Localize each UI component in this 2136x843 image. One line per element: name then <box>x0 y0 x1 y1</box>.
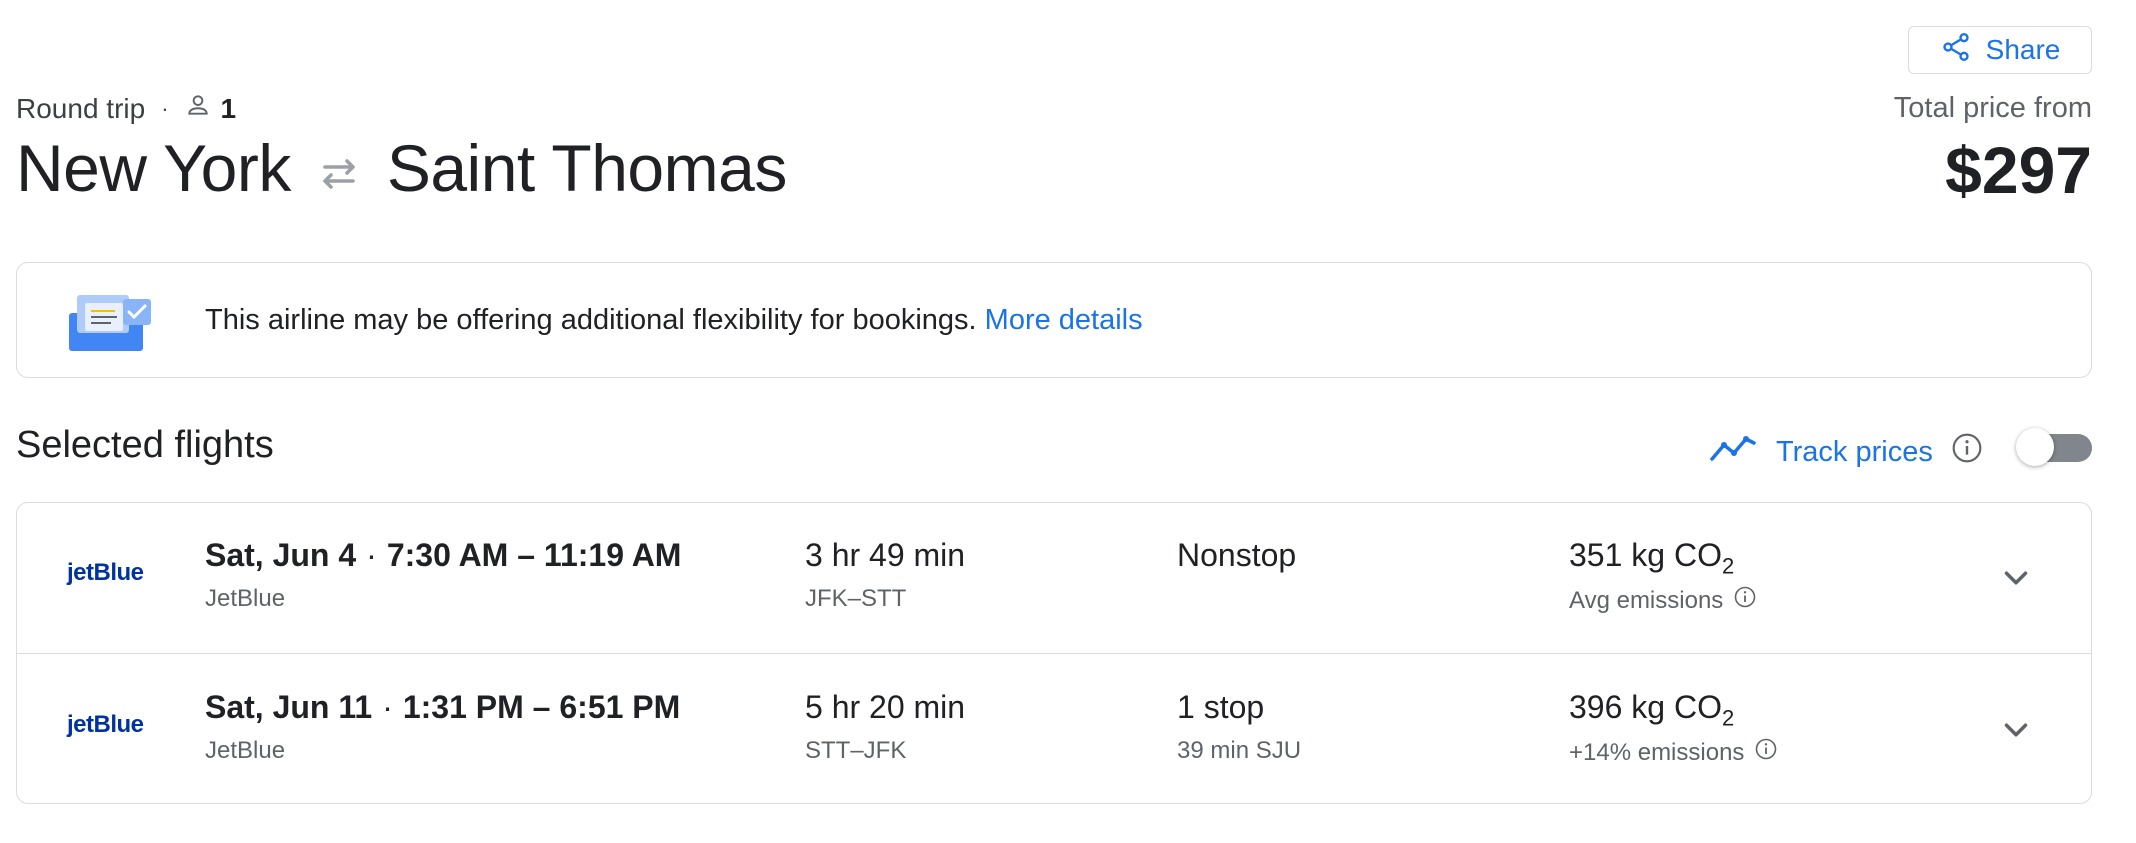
selected-flights-list: jetBlue Sat, Jun 4 · 7:30 AM – 11:19 AM Je… <box>16 502 2092 804</box>
separator-dot: · <box>366 537 377 573</box>
flight-date-time: Sat, Jun 11 · 1:31 PM – 6:51 PM <box>205 689 680 726</box>
co2-value: 351 kg CO <box>1569 537 1722 573</box>
track-prices[interactable]: Track prices <box>1708 432 1983 472</box>
emissions-label: +14% emissions <box>1569 737 1778 768</box>
separator-dot: · <box>161 95 169 121</box>
flight-stops: 1 stop <box>1177 689 1265 725</box>
origin-city: New York <box>16 131 291 205</box>
share-icon <box>1940 31 1972 70</box>
trend-icon <box>1708 433 1758 471</box>
banner-text: This airline may be offering additional … <box>205 303 977 336</box>
emissions-label: Avg emissions <box>1569 585 1757 616</box>
share-label: Share <box>1985 34 2061 65</box>
flight-times: 1:31 PM – 6:51 PM <box>402 689 681 725</box>
total-price: $297 <box>1945 133 2092 207</box>
route-title: New York Saint Thomas <box>16 130 787 206</box>
co2-subscript: 2 <box>1721 705 1735 731</box>
trip-type: Round trip <box>16 92 146 124</box>
more-details-link[interactable]: More details <box>985 304 1143 336</box>
flight-row[interactable]: jetBlue Sat, Jun 11 · 1:31 PM – 6:51 PM Je… <box>17 655 2091 803</box>
info-icon[interactable] <box>1733 585 1757 616</box>
emissions-text: +14% emissions <box>1569 738 1745 766</box>
round-trip-arrows-icon <box>315 130 363 206</box>
airline-name: JetBlue <box>205 585 286 612</box>
flexibility-banner: This airline may be offering additional … <box>16 262 2092 378</box>
flight-duration: 5 hr 20 min <box>805 689 966 725</box>
banner-message: This airline may be offering additional … <box>205 304 1143 337</box>
airline-logo: jetBlue <box>67 559 144 586</box>
flight-date: Sat, Jun 11 <box>205 689 373 725</box>
co2-amount: 396 kg CO2 <box>1569 689 1734 731</box>
flight-stops: Nonstop <box>1177 537 1297 573</box>
selected-flights-heading: Selected flights <box>16 424 274 466</box>
passenger-number: 1 <box>220 92 237 124</box>
flight-date: Sat, Jun 4 <box>205 537 357 573</box>
info-icon[interactable] <box>1951 432 1983 472</box>
info-icon[interactable] <box>1754 737 1778 768</box>
co2-subscript: 2 <box>1721 553 1735 579</box>
chevron-down-icon[interactable] <box>1997 711 2035 749</box>
flight-times: 7:30 AM – 11:19 AM <box>386 537 682 573</box>
chevron-down-icon[interactable] <box>1997 559 2035 597</box>
trip-meta: Round trip · 1 <box>16 92 236 125</box>
track-prices-toggle[interactable] <box>2016 428 2092 468</box>
toggle-knob <box>2016 428 2054 466</box>
separator-dot: · <box>382 689 393 725</box>
share-button[interactable]: Share <box>1908 26 2092 74</box>
track-prices-label: Track prices <box>1776 435 1933 468</box>
airline-name: JetBlue <box>205 737 286 764</box>
co2-amount: 351 kg CO2 <box>1569 537 1734 579</box>
price-label: Total price from <box>1893 92 2092 124</box>
destination-city: Saint Thomas <box>386 131 788 205</box>
flight-row[interactable]: jetBlue Sat, Jun 4 · 7:30 AM – 11:19 AM Je… <box>17 503 2091 654</box>
emissions-text: Avg emissions <box>1569 586 1724 614</box>
flight-route: JFK–STT <box>805 585 907 612</box>
booking-flexibility-icon <box>67 291 157 353</box>
flight-date-time: Sat, Jun 4 · 7:30 AM – 11:19 AM <box>205 537 681 574</box>
flight-duration: 3 hr 49 min <box>805 537 966 573</box>
person-icon <box>185 92 211 125</box>
passenger-count: 1 <box>185 92 237 125</box>
co2-value: 396 kg CO <box>1569 689 1722 725</box>
stop-detail: 39 min SJU <box>1177 737 1302 764</box>
airline-logo: jetBlue <box>67 711 144 738</box>
flight-route: STT–JFK <box>805 737 907 764</box>
